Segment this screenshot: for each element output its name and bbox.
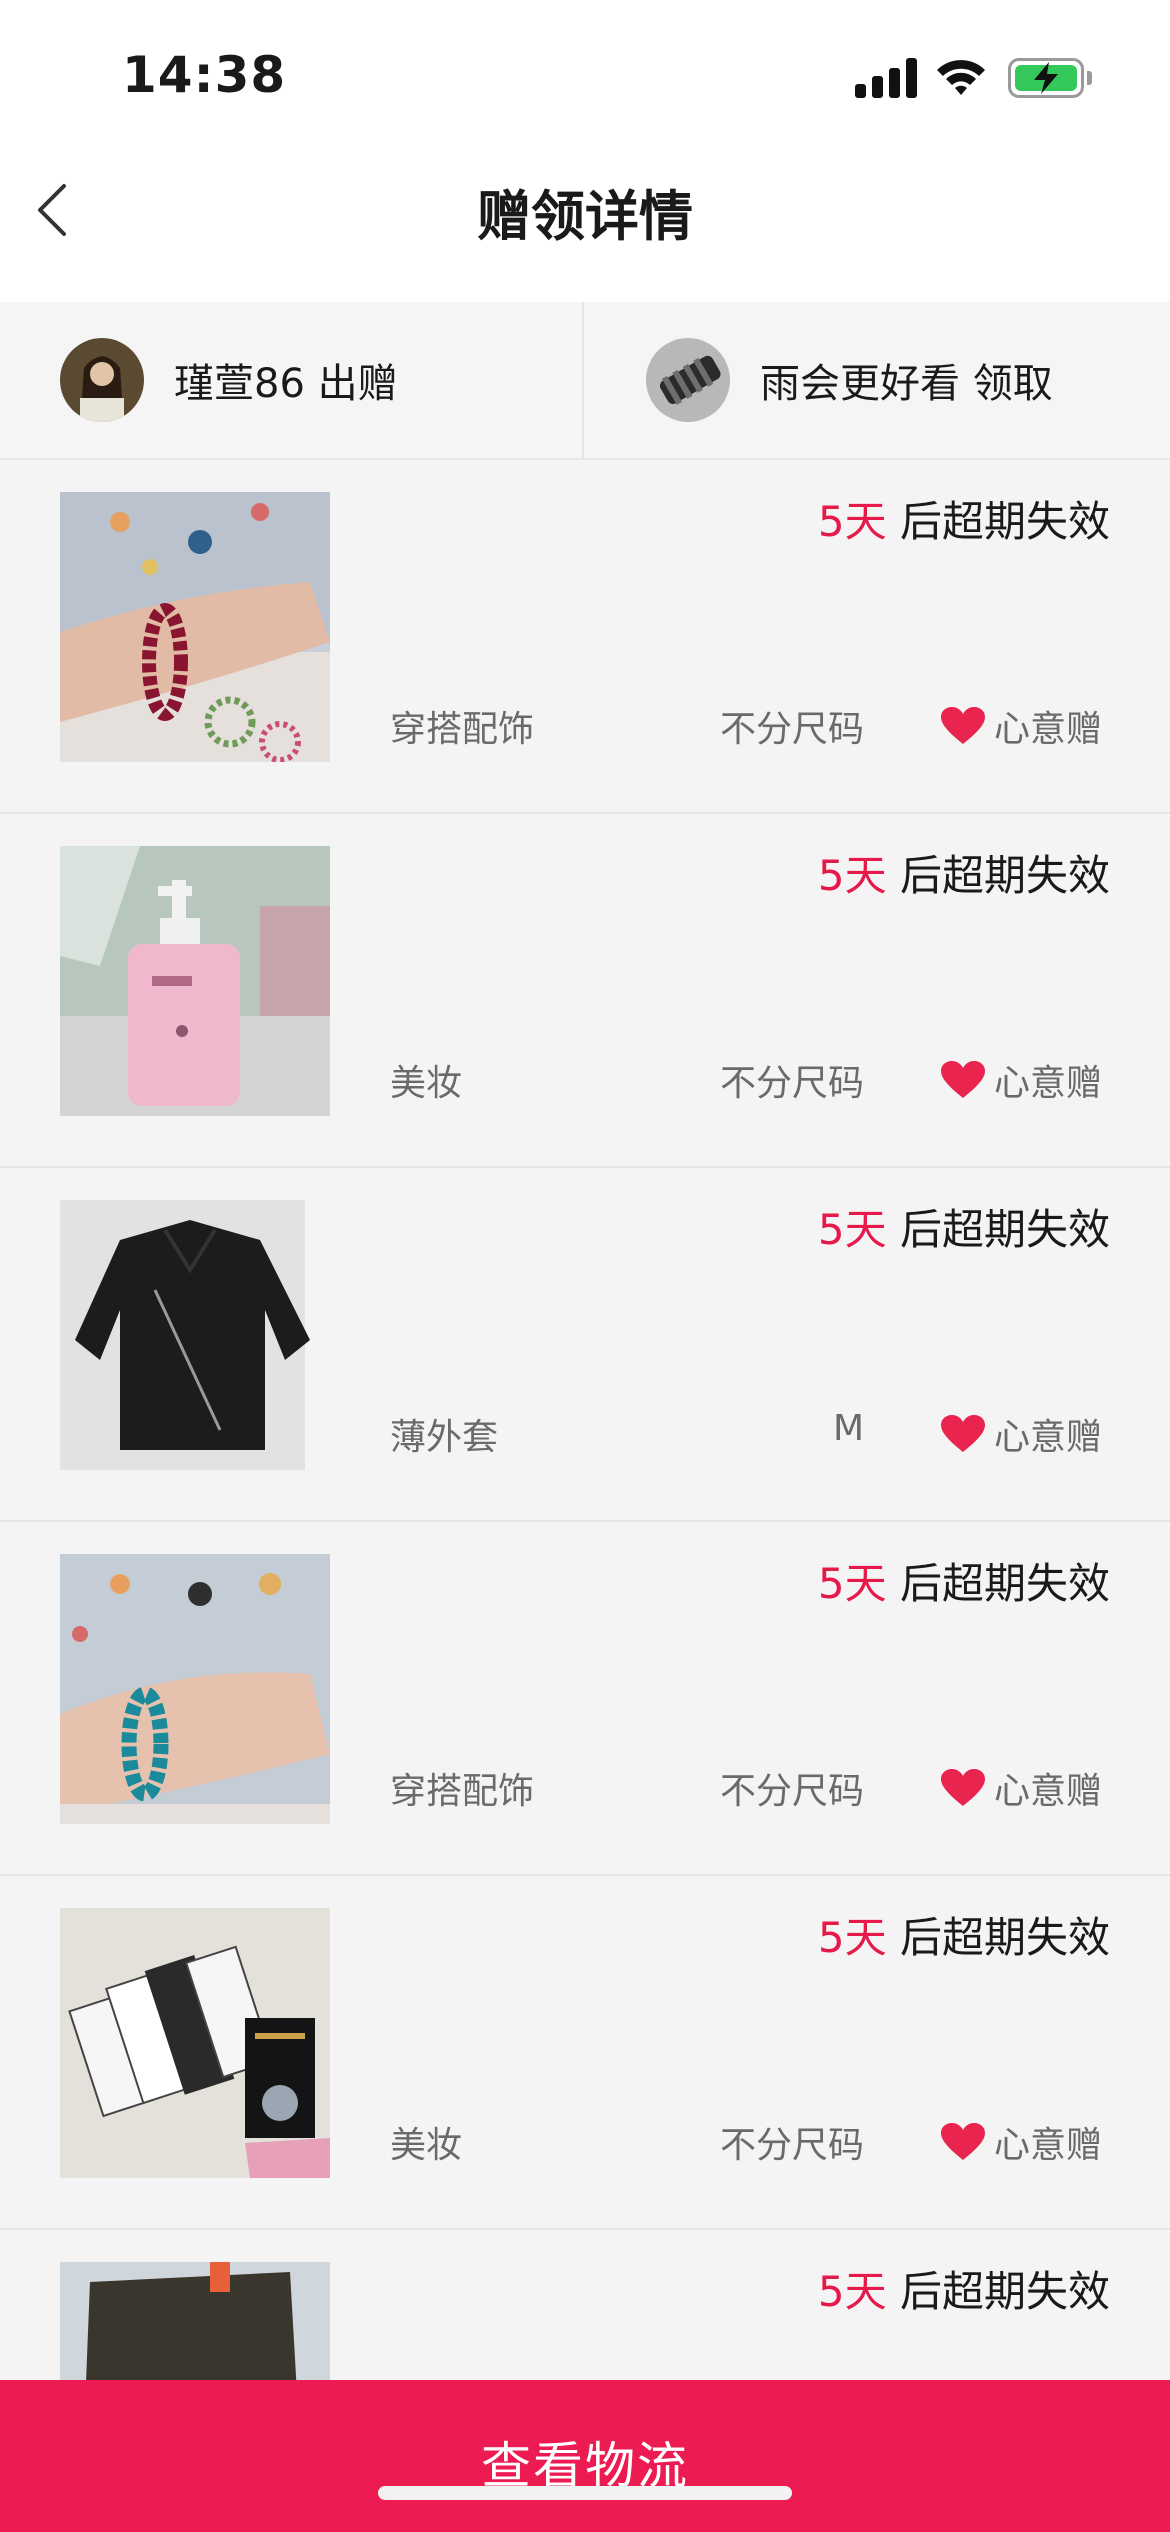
expire-notice: 5天 后超期失效 [818, 1196, 1110, 1257]
item-photo-red-bracelet[interactable] [60, 492, 330, 762]
gift-item[interactable]: 5天 后超期失效 穿搭配饰 不分尺码 心意赠 [0, 460, 1170, 814]
heart-icon [941, 1769, 985, 1806]
item-category: 美妆 [390, 1063, 463, 1104]
expire-days: 5天 [817, 1913, 887, 1962]
receiver-cell[interactable]: 雨会更好看 领取 [586, 302, 1170, 458]
gift-item-list: 5天 后超期失效 穿搭配饰 不分尺码 心意赠 5天 后超期失效 美妆 不分尺码 … [0, 460, 1170, 2532]
gift-type-label: 心意赠 [994, 1771, 1103, 1812]
expire-notice: 5天 后超期失效 [818, 488, 1110, 549]
gift-type-label: 心意赠 [994, 2125, 1103, 2166]
giver-avatar[interactable] [60, 338, 144, 422]
expire-notice: 5天 后超期失效 [818, 2258, 1110, 2319]
gift-type-badge: 心意赠 [940, 1408, 1102, 1460]
expire-suffix: 后超期失效 [886, 1913, 1110, 1962]
item-category: 穿搭配饰 [390, 1771, 535, 1812]
item-size: M [832, 1408, 864, 1449]
wifi-icon [937, 60, 985, 95]
nav-bar: 赠领详情 [0, 150, 1170, 302]
page-title: 赠领详情 [477, 185, 693, 248]
status-time: 14:38 [122, 46, 287, 104]
gift-type-label: 心意赠 [994, 1063, 1103, 1104]
status-bar: 14:38 [0, 0, 1170, 150]
expire-days: 5天 [817, 497, 887, 546]
receiver-label: 雨会更好看 领取 [760, 361, 1053, 407]
view-logistics-button[interactable]: 查看物流 [0, 2380, 1170, 2532]
gift-item[interactable]: 5天 后超期失效 美妆 不分尺码 心意赠 [0, 1876, 1170, 2230]
item-size: 不分尺码 [719, 709, 864, 750]
cellular-signal-icon [855, 58, 917, 98]
gift-type-badge: 心意赠 [940, 2116, 1102, 2168]
gift-type-badge: 心意赠 [940, 1054, 1102, 1106]
item-category: 薄外套 [390, 1417, 499, 1458]
expire-suffix: 后超期失效 [886, 497, 1110, 546]
heart-icon [941, 707, 985, 744]
expire-suffix: 后超期失效 [886, 2267, 1110, 2316]
expire-suffix: 后超期失效 [886, 1205, 1110, 1254]
item-photo-turquoise-bracelet[interactable] [60, 1554, 330, 1824]
footer-bar: 查看物流 [0, 2380, 1170, 2532]
battery-icon [1008, 58, 1092, 98]
gift-item[interactable]: 5天 后超期失效 穿搭配饰 不分尺码 心意赠 [0, 1522, 1170, 1876]
gift-item[interactable]: 5天 后超期失效 薄外套 M 心意赠 [0, 1168, 1170, 1522]
expire-notice: 5天 后超期失效 [818, 1904, 1110, 1965]
gift-type-badge: 心意赠 [940, 1762, 1102, 1814]
item-size: 不分尺码 [719, 1063, 864, 1104]
heart-icon [941, 2123, 985, 2160]
expire-days: 5天 [817, 1205, 887, 1254]
item-size: 不分尺码 [719, 1771, 864, 1812]
home-indicator [378, 2486, 792, 2500]
expire-days: 5天 [817, 1559, 887, 1608]
expire-days: 5天 [817, 2267, 887, 2316]
item-category: 穿搭配饰 [390, 709, 535, 750]
giver-cell[interactable]: 瑾萱86 出赠 [0, 302, 584, 458]
gift-type-label: 心意赠 [994, 1417, 1103, 1458]
item-category: 美妆 [390, 2125, 463, 2166]
giver-label: 瑾萱86 出赠 [174, 361, 398, 407]
heart-icon [941, 1415, 985, 1452]
giver-receiver-bar: 瑾萱86 出赠 雨会更好看 领取 [0, 302, 1170, 460]
expire-days: 5天 [817, 851, 887, 900]
item-size: 不分尺码 [719, 2125, 864, 2166]
gift-type-label: 心意赠 [994, 709, 1103, 750]
item-photo-black-jacket[interactable] [60, 1200, 330, 1470]
gift-item[interactable]: 5天 后超期失效 美妆 不分尺码 心意赠 [0, 814, 1170, 1168]
expire-suffix: 后超期失效 [886, 851, 1110, 900]
gift-type-badge: 心意赠 [940, 700, 1102, 752]
heart-icon [941, 1061, 985, 1098]
expire-notice: 5天 后超期失效 [818, 842, 1110, 903]
receiver-avatar[interactable] [646, 338, 730, 422]
item-photo-pink-bottle[interactable] [60, 846, 330, 1116]
item-photo-cosmetic-samples[interactable] [60, 1908, 330, 2178]
expire-notice: 5天 后超期失效 [818, 1550, 1110, 1611]
expire-suffix: 后超期失效 [886, 1559, 1110, 1608]
